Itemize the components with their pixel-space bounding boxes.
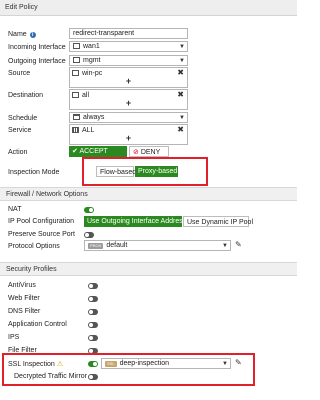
chevron-down-icon: ▼: [179, 58, 185, 64]
ssl-badge: SSL: [105, 361, 117, 367]
address-icon: [72, 70, 79, 76]
interface-icon: [73, 57, 80, 63]
remove-icon[interactable]: ✖: [177, 91, 184, 99]
ssl-inspection-toggle[interactable]: [88, 361, 98, 367]
decrypted-traffic-mirror-label: Decrypted Traffic Mirror: [14, 373, 87, 380]
outgoing-interface-label: Outgoing Interface: [8, 58, 66, 65]
add-icon[interactable]: +: [70, 134, 187, 143]
ips-toggle[interactable]: [88, 335, 98, 341]
flow-based-button[interactable]: Flow-based: [96, 166, 136, 177]
chevron-down-icon: ▼: [222, 243, 228, 249]
incoming-interface-value: wan1: [83, 43, 100, 50]
source-field[interactable]: win-pc ✖ +: [69, 67, 188, 88]
source-label: Source: [8, 70, 31, 77]
deny-button[interactable]: ⊘ DENY: [129, 146, 169, 157]
inspection-mode-label: Inspection Mode: [8, 169, 60, 176]
destination-label: Destination: [8, 92, 44, 99]
deny-icon: ⊘: [133, 149, 141, 156]
interface-icon: [73, 43, 80, 49]
service-field[interactable]: ALL ✖ +: [69, 124, 188, 145]
remove-icon[interactable]: ✖: [177, 69, 184, 77]
chevron-down-icon: ▼: [179, 44, 185, 50]
accept-button[interactable]: ✔ ACCEPT: [69, 146, 127, 157]
dns-filter-toggle[interactable]: [88, 309, 98, 315]
schedule-label: Schedule: [8, 115, 38, 122]
edit-pencil-icon[interactable]: ✎: [235, 240, 242, 249]
use-dynamic-ip-pool-button[interactable]: Use Dynamic IP Pool: [183, 216, 253, 227]
ip-pool-label: IP Pool Configuration: [8, 218, 75, 225]
section-firewall-network: Firewall / Network Options: [0, 187, 297, 201]
schedule-select[interactable]: always ▼: [69, 112, 188, 123]
info-icon[interactable]: i: [29, 32, 36, 38]
nat-label: NAT: [8, 206, 22, 213]
incoming-interface-select[interactable]: wan1 ▼: [69, 41, 188, 52]
chevron-down-icon: ▼: [222, 361, 228, 367]
remove-icon[interactable]: ✖: [177, 126, 184, 134]
chevron-down-icon: ▼: [179, 115, 185, 121]
antivirus-toggle[interactable]: [88, 283, 98, 289]
ips-label: IPS: [8, 334, 20, 341]
use-outgoing-interface-button[interactable]: Use Outgoing Interface Address: [84, 216, 186, 227]
protocol-options-label: Protocol Options: [8, 243, 60, 250]
action-label: Action: [8, 149, 28, 156]
dns-filter-label: DNS Filter: [8, 308, 41, 315]
section-security-profiles: Security Profiles: [0, 262, 297, 276]
preserve-source-port-toggle[interactable]: [84, 232, 94, 238]
service-icon: [72, 127, 79, 133]
name-input[interactable]: redirect-transparent: [69, 28, 188, 39]
outgoing-interface-value: mgmt: [83, 57, 101, 64]
web-filter-toggle[interactable]: [88, 296, 98, 302]
service-label: Service: [8, 127, 32, 134]
protocol-badge: PROX: [88, 243, 104, 249]
name-label: Name i: [8, 31, 36, 38]
outgoing-interface-select[interactable]: mgmt ▼: [69, 55, 188, 66]
incoming-interface-label: Incoming Interface: [8, 44, 66, 51]
ssl-inspection-select[interactable]: SSL deep-inspection ▼: [101, 358, 231, 369]
antivirus-label: AntiVirus: [8, 282, 36, 289]
warning-icon: ⚠: [56, 361, 64, 368]
calendar-icon: [73, 114, 80, 120]
add-icon[interactable]: +: [70, 77, 187, 86]
decrypted-traffic-mirror-toggle[interactable]: [88, 374, 98, 380]
proxy-based-button[interactable]: Proxy-based: [135, 166, 178, 177]
destination-field[interactable]: all ✖ +: [69, 89, 188, 110]
window-title: Edit Policy: [0, 0, 297, 16]
address-icon: [72, 92, 79, 98]
application-control-label: Application Control: [8, 321, 67, 328]
preserve-source-port-label: Preserve Source Port: [8, 231, 75, 238]
edit-pencil-icon[interactable]: ✎: [235, 358, 242, 367]
web-filter-label: Web Filter: [8, 295, 40, 302]
ssl-inspection-label: SSL Inspection ⚠: [8, 361, 64, 368]
nat-toggle[interactable]: [84, 207, 94, 213]
application-control-toggle[interactable]: [88, 322, 98, 328]
add-icon[interactable]: +: [70, 99, 187, 108]
protocol-options-select[interactable]: PROX default ▼: [84, 240, 231, 251]
